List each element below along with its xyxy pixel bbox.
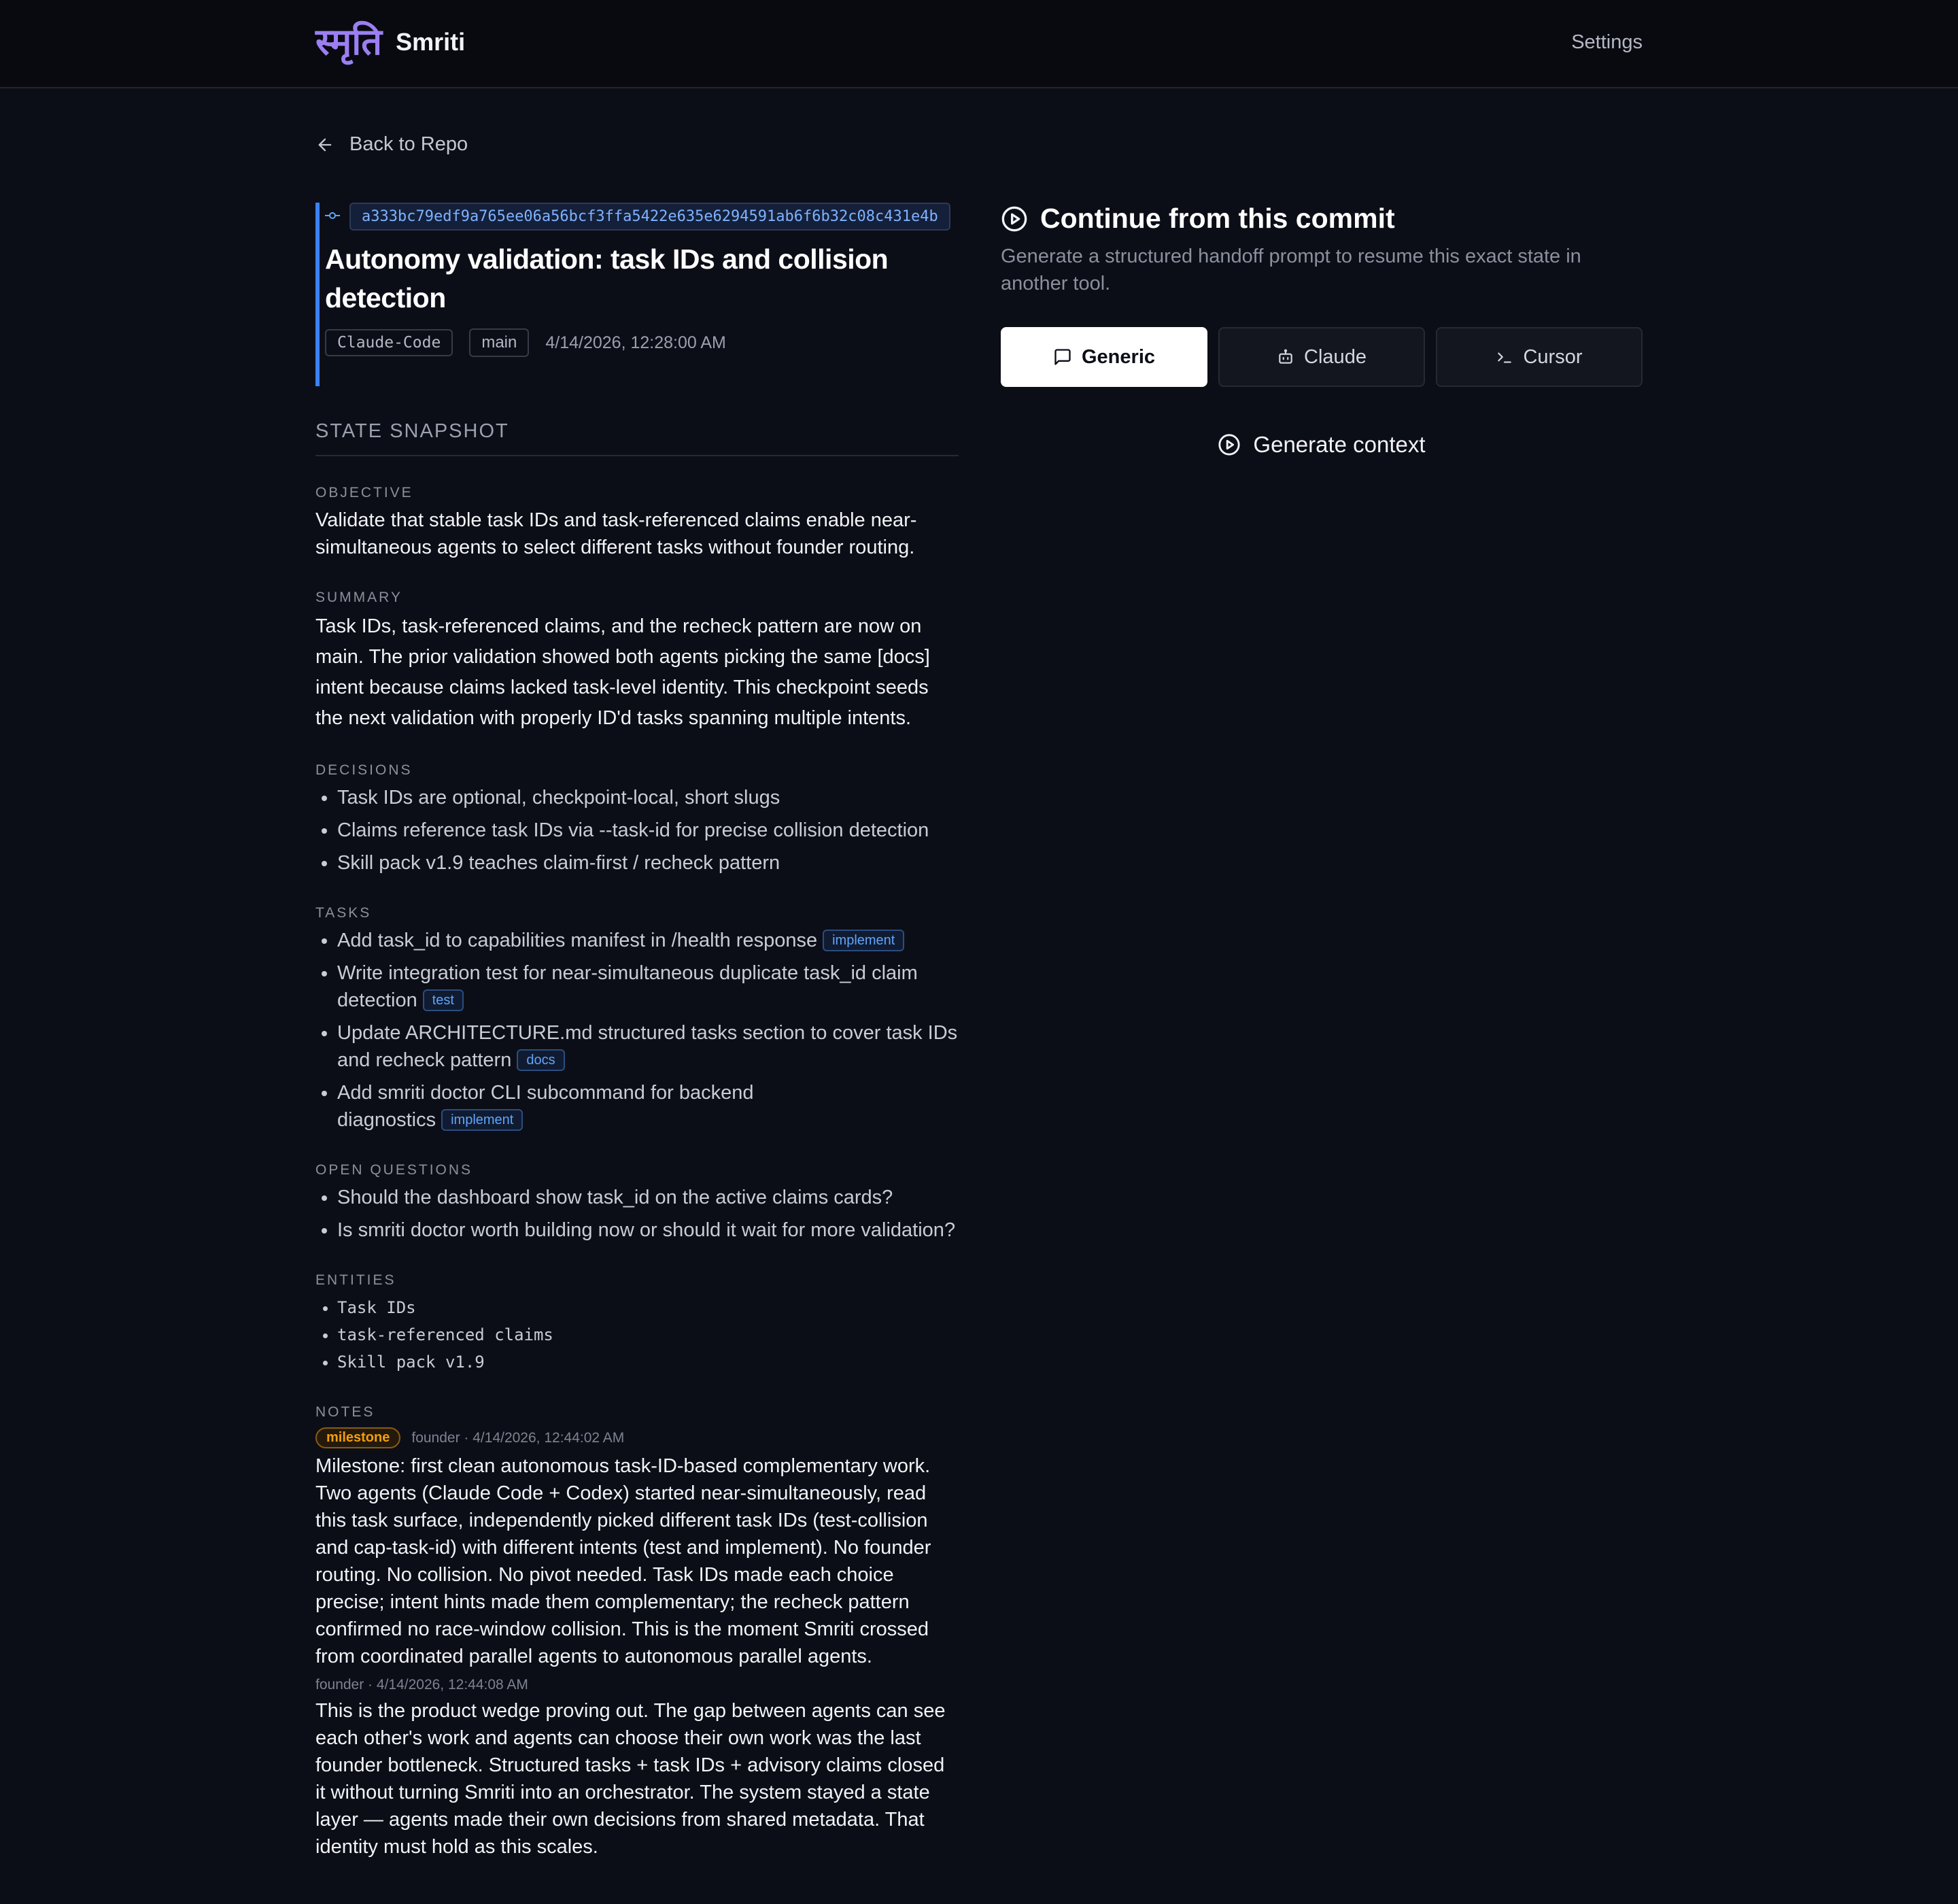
- commit-hash[interactable]: a333bc79edf9a765ee06a56bcf3ffa5422e635e6…: [349, 203, 950, 231]
- objective-label: OBJECTIVE: [315, 485, 413, 500]
- note-body: Milestone: first clean autonomous task-I…: [315, 1455, 931, 1667]
- git-commit-icon: [325, 209, 349, 224]
- tab-claude[interactable]: Claude: [1218, 327, 1425, 387]
- commit-title: Autonomy validation: task IDs and collis…: [325, 243, 889, 313]
- tab-label: Claude: [1304, 345, 1367, 368]
- message-square-icon: [1054, 349, 1071, 365]
- summary-label: SUMMARY: [315, 590, 402, 605]
- play-circle-icon: [1001, 206, 1027, 231]
- entity-item: Task IDs: [337, 1294, 959, 1321]
- intent-badge: test: [422, 989, 464, 1011]
- note-body: This is the product wedge proving out. T…: [315, 1700, 946, 1858]
- note-author: founder · 4/14/2026, 12:44:02 AM: [411, 1429, 625, 1446]
- notes-label: NOTES: [315, 1404, 375, 1420]
- decision-item: Skill pack v1.9 teaches claim-first / re…: [337, 849, 959, 877]
- commit-date: 4/14/2026, 12:28:00 AM: [545, 333, 726, 352]
- continue-title: Continue from this commit: [1001, 203, 1643, 235]
- agent-tag: Claude-Code: [325, 329, 453, 356]
- tab-generic[interactable]: Generic: [1001, 327, 1207, 387]
- open-questions-list: Should the dashboard show task_id on the…: [315, 1184, 959, 1244]
- entity-item: Skill pack v1.9: [337, 1348, 959, 1376]
- back-label: Back to Repo: [349, 133, 468, 155]
- commit-header: a333bc79edf9a765ee06a56bcf3ffa5422e635e6…: [315, 203, 959, 386]
- continue-panel: Continue from this commit Generate a str…: [1001, 203, 1643, 458]
- tab-label: Cursor: [1523, 345, 1583, 368]
- question-item: Should the dashboard show task_id on the…: [337, 1184, 959, 1211]
- entity-item: task-referenced claims: [337, 1321, 959, 1348]
- bot-icon: [1279, 349, 1292, 364]
- decision-item: Task IDs are optional, checkpoint-local,…: [337, 784, 959, 811]
- entities-list: Task IDs task-referenced claims Skill pa…: [315, 1294, 959, 1376]
- format-tabs: Generic Claude Cursor: [1001, 327, 1643, 387]
- generate-context-label: Generate context: [1253, 432, 1426, 457]
- task-item: Update ARCHITECTURE.md structured tasks …: [337, 1019, 959, 1074]
- task-item: Add task_id to capabilities manifest in …: [337, 927, 959, 954]
- entities-label: ENTITIES: [315, 1272, 396, 1288]
- decisions-label: DECISIONS: [315, 762, 413, 778]
- question-item: Is smriti doctor worth building now or s…: [337, 1217, 959, 1244]
- task-text: Add smriti doctor CLI subcommand for bac…: [337, 1082, 754, 1131]
- intent-badge: docs: [517, 1049, 565, 1071]
- play-circle-icon: [1218, 434, 1241, 456]
- back-to-repo-link[interactable]: Back to Repo: [315, 133, 468, 156]
- tab-label: Generic: [1082, 345, 1155, 368]
- tasks-list: Add task_id to capabilities manifest in …: [315, 927, 959, 1134]
- decision-item: Claims reference task IDs via --task-id …: [337, 817, 959, 844]
- task-item: Add smriti doctor CLI subcommand for bac…: [337, 1079, 959, 1134]
- objective-text: Validate that stable task IDs and task-r…: [315, 509, 917, 558]
- state-snapshot-heading: STATE SNAPSHOT: [315, 420, 959, 456]
- task-text: Add task_id to capabilities manifest in …: [337, 930, 818, 951]
- note-meta: milestone founder · 4/14/2026, 12:44:02 …: [315, 1427, 959, 1448]
- summary-text: Task IDs, task-referenced claims, and th…: [315, 615, 930, 729]
- app-name: Smriti: [396, 28, 466, 56]
- terminal-icon: [1498, 352, 1512, 363]
- branch-tag: main: [469, 328, 530, 357]
- brand-logo[interactable]: स्मृति Smriti: [315, 20, 465, 64]
- task-text: Update ARCHITECTURE.md structured tasks …: [337, 1022, 958, 1071]
- continue-title-text: Continue from this commit: [1040, 203, 1395, 234]
- settings-link[interactable]: Settings: [1571, 31, 1643, 54]
- milestone-badge: milestone: [315, 1427, 401, 1448]
- note-author: founder · 4/14/2026, 12:44:08 AM: [315, 1677, 528, 1693]
- continue-description: Generate a structured handoff prompt to …: [1001, 245, 1581, 294]
- tab-cursor[interactable]: Cursor: [1436, 327, 1643, 387]
- tasks-label: TASKS: [315, 905, 372, 921]
- task-item: Write integration test for near-simultan…: [337, 959, 959, 1014]
- logo-mark: स्मृति: [315, 20, 383, 63]
- open-questions-label: OPEN QUESTIONS: [315, 1162, 473, 1178]
- top-bar: स्मृति Smriti Settings: [0, 0, 1958, 88]
- intent-badge: implement: [823, 930, 905, 951]
- decisions-list: Task IDs are optional, checkpoint-local,…: [315, 784, 959, 877]
- commit-detail: a333bc79edf9a765ee06a56bcf3ffa5422e635e6…: [315, 203, 959, 1860]
- intent-badge: implement: [441, 1109, 523, 1131]
- arrow-left-icon: [318, 138, 332, 151]
- generate-context-button[interactable]: Generate context: [1001, 432, 1643, 458]
